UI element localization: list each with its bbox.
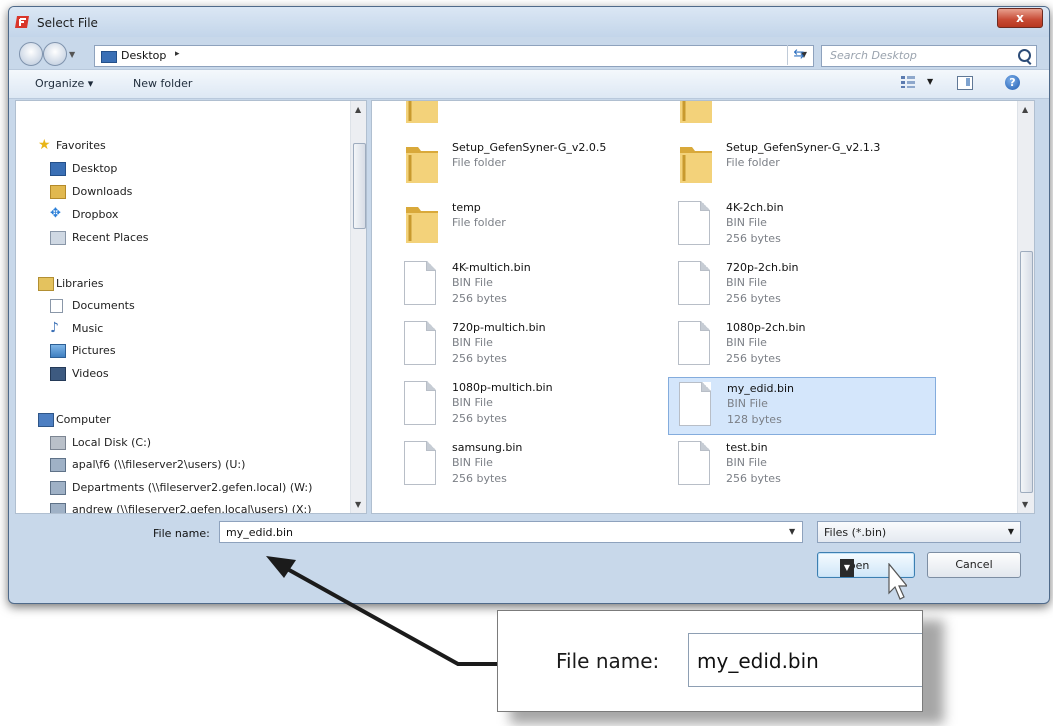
arrow-head-icon [266,556,296,578]
pointer-arrow [266,556,497,666]
arrow-line [281,564,497,666]
